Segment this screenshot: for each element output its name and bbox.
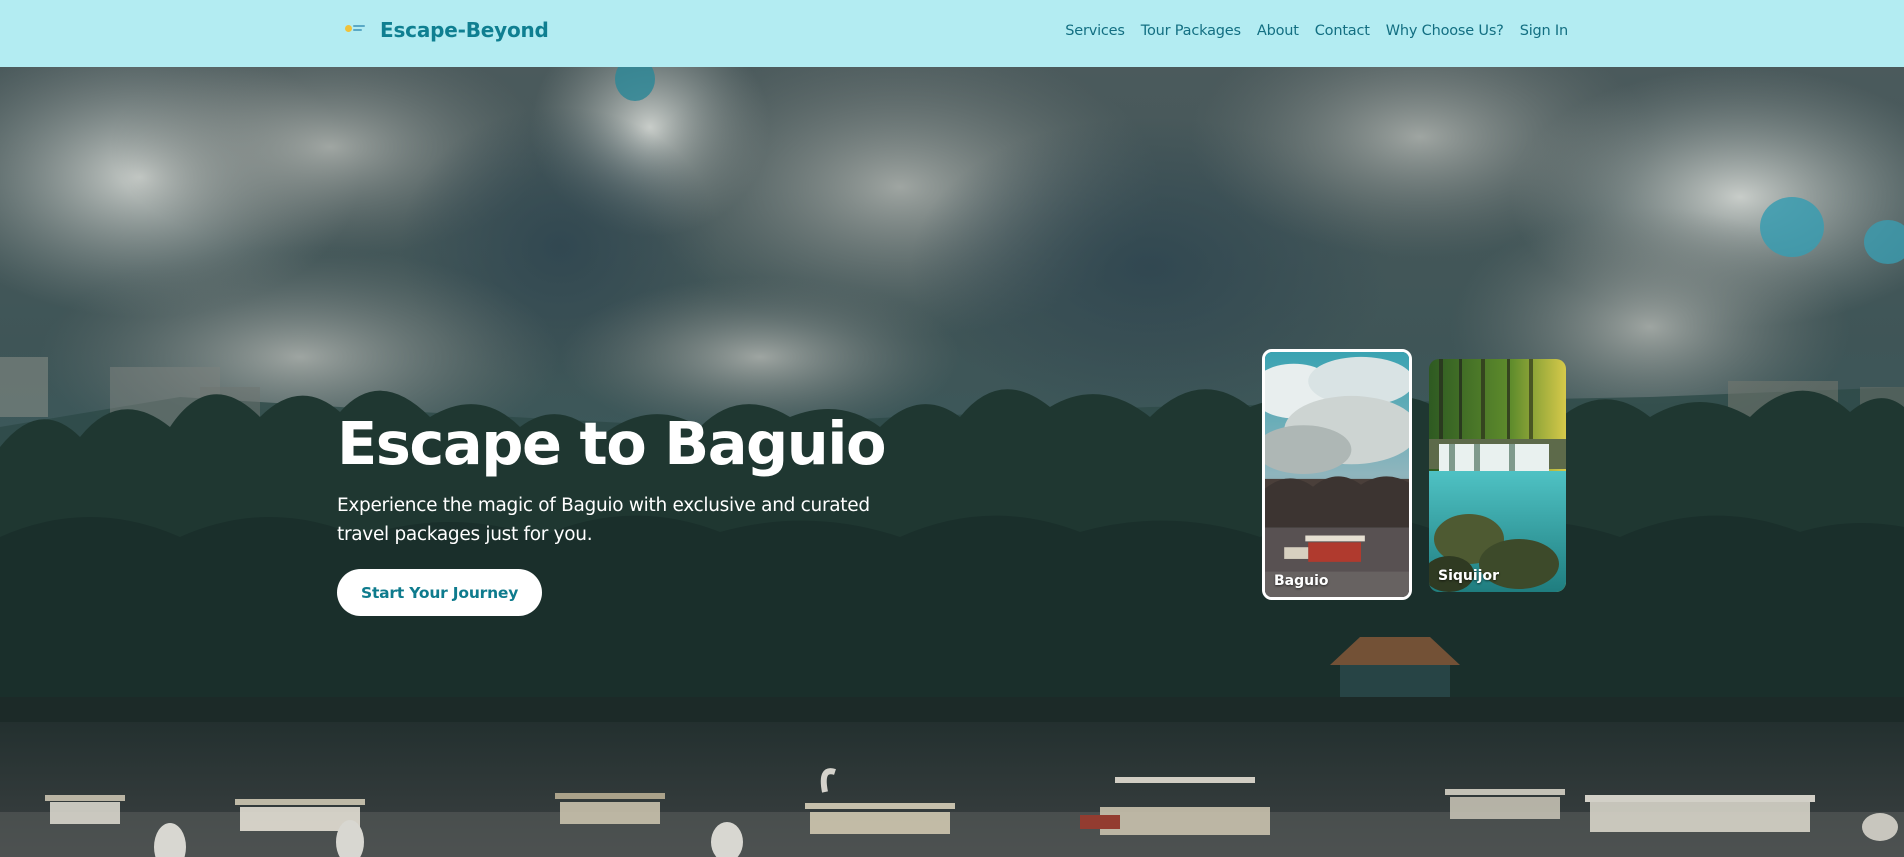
destination-card-siquijor[interactable]: Siquijor <box>1429 359 1566 592</box>
destination-label-siquijor: Siquijor <box>1438 568 1499 584</box>
hero-section: Escape to Baguio Experience the magic of… <box>0 67 1904 857</box>
navbar: Escape-Beyond Services Tour Packages Abo… <box>0 0 1904 67</box>
nav-link-contact[interactable]: Contact <box>1315 23 1370 39</box>
nav-link-services[interactable]: Services <box>1065 23 1125 39</box>
brand-link[interactable]: Escape-Beyond <box>344 18 549 42</box>
nav-link-sign-in[interactable]: Sign In <box>1520 23 1569 39</box>
destination-card-baguio[interactable]: Baguio <box>1262 349 1412 600</box>
nav-link-tour-packages[interactable]: Tour Packages <box>1141 23 1241 39</box>
hero-background-image <box>0 67 1904 857</box>
nav-link-why-choose-us[interactable]: Why Choose Us? <box>1386 23 1504 39</box>
nav-link-about[interactable]: About <box>1257 23 1299 39</box>
hero-title: Escape to Baguio <box>337 409 887 478</box>
start-journey-button[interactable]: Start Your Journey <box>337 569 543 616</box>
nav-links: Services Tour Packages About Contact Why… <box>1065 23 1568 39</box>
destination-label-baguio: Baguio <box>1274 573 1329 589</box>
destination-image-siquijor <box>1429 359 1566 592</box>
hero-subtitle: Experience the magic of Baguio with excl… <box>337 495 870 545</box>
logo-icon <box>344 19 366 41</box>
destination-image-baguio <box>1265 352 1409 597</box>
brand-name: Escape-Beyond <box>380 18 549 42</box>
